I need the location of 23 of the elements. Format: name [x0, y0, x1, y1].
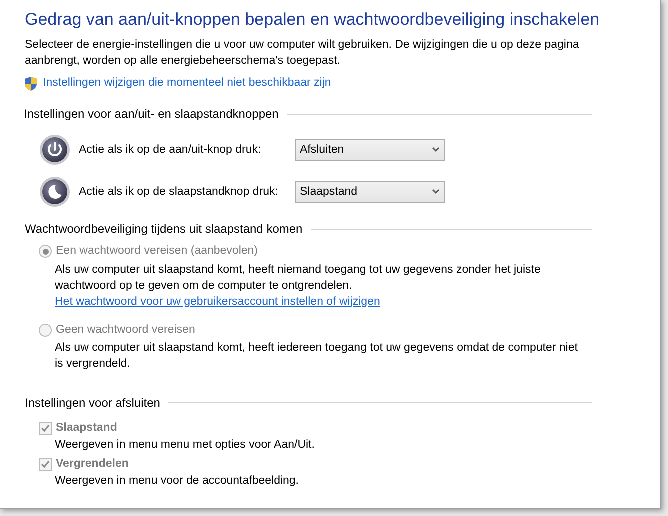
page-title: Gedrag van aan/uit-knoppen bepalen en wachtwoordbeveiliging inschakelen: [25, 9, 601, 31]
checkbox-label: Slaapstand: [56, 420, 118, 436]
action-label: Actie als ik op de slaapstandknop druk:: [79, 184, 280, 200]
chevron-down-icon: [432, 147, 440, 154]
option-description: Weergeven in menu voor de accountafbeelding.: [55, 474, 300, 490]
section-heading: Instellingen voor afsluiten: [25, 394, 160, 412]
description-text: Selecteer de energie-instellingen die u voor uw computer wilt gebruiken. De wijzigingen die u op deze pagina aanbrengt, worden op alle energiebeheerschema's toegepast.: [25, 38, 580, 69]
option-description: Als uw computer uit slaapstand komt, heeft niemand toegang tot uw gegevens zonder het juiste wachtwoord op te geven om de computer te ontgrendelen. Het wachtwoord voor uw gebruikersaccount instellen of wijzigen: [55, 262, 542, 310]
radio-label: Geen wachtwoord vereisen: [56, 322, 196, 338]
section-heading: Instellingen voor aan/uit- en slaapstandknoppen: [24, 106, 279, 124]
option-description: Als uw computer uit slaapstand komt, heeft iedereen toegang tot uw gegevens omdat de computer niet is vergrendeld.: [55, 340, 579, 372]
power-icon: [39, 134, 71, 166]
radio-label: Een wachtwoord vereisen (aanbevolen): [56, 244, 258, 260]
checkbox-label: Vergrendelen: [56, 457, 129, 472]
section-heading: Wachtwoordbeveiliging tijdens uit slaapstand komen: [25, 221, 303, 238]
action-dropdown[interactable]: Slaapstand: [295, 181, 445, 204]
chevron-down-icon: [432, 189, 440, 196]
shield-icon: [23, 76, 39, 92]
action-dropdown[interactable]: Afsluiten: [295, 139, 445, 162]
action-label: Actie als ik op de aan/uit-knop druk:: [79, 142, 262, 158]
option-description: Weergeven in menu menu met opties voor Aan/Uit.: [55, 438, 316, 453]
moon-icon: [39, 176, 71, 208]
settings-link[interactable]: Instellingen wijzigen die momenteel niet beschikbaar zijn: [43, 75, 332, 92]
